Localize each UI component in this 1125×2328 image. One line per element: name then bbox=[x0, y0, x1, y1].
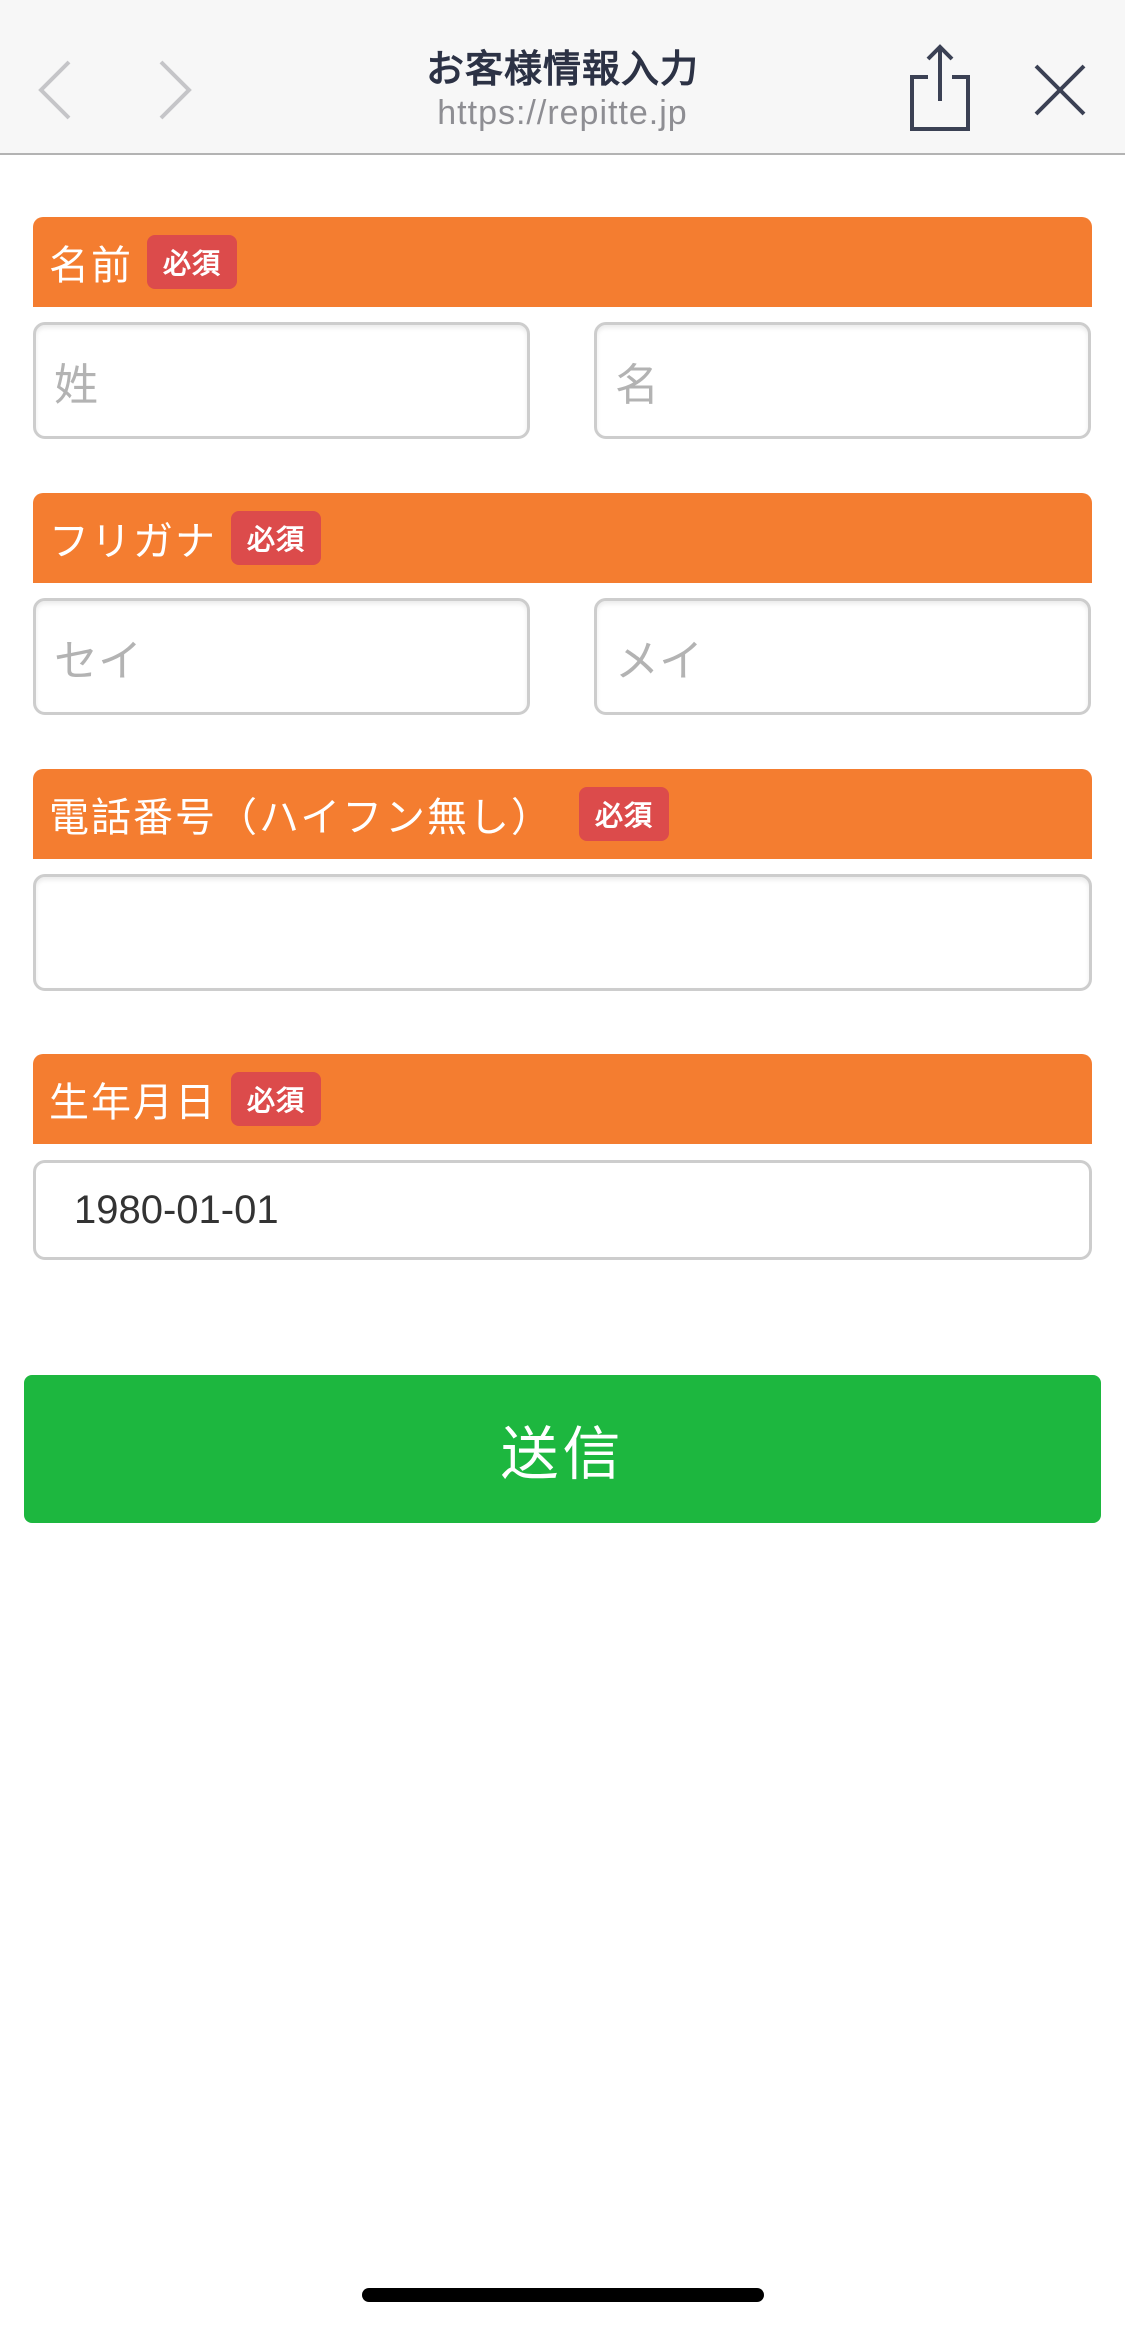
share-button[interactable] bbox=[900, 40, 980, 135]
furigana-section-header: フリガナ 必須 bbox=[33, 493, 1092, 583]
furigana-required-badge: 必須 bbox=[231, 511, 322, 565]
phone-input[interactable] bbox=[33, 874, 1092, 991]
birthdate-required-badge: 必須 bbox=[231, 1072, 322, 1126]
birthdate-label: 生年月日 bbox=[49, 1080, 217, 1126]
name-label: 名前 bbox=[49, 243, 133, 289]
name-section-header: 名前 必須 bbox=[33, 217, 1092, 307]
phone-required-badge: 必須 bbox=[579, 787, 670, 841]
birthdate-section-header: 生年月日 必須 bbox=[33, 1054, 1092, 1144]
close-icon bbox=[1034, 64, 1086, 116]
home-indicator[interactable] bbox=[362, 2288, 764, 2302]
close-button[interactable] bbox=[1020, 50, 1100, 130]
last-name-kana-input[interactable]: セイ bbox=[33, 598, 530, 715]
furigana-label: フリガナ bbox=[49, 519, 217, 565]
last-name-input[interactable]: 姓 bbox=[33, 322, 530, 439]
name-required-badge: 必須 bbox=[147, 235, 238, 289]
phone-section-header: 電話番号（ハイフン無し） 必須 bbox=[33, 769, 1092, 859]
first-name-kana-input[interactable]: メイ bbox=[594, 598, 1091, 715]
phone-label: 電話番号（ハイフン無し） bbox=[49, 795, 553, 841]
first-name-input[interactable]: 名 bbox=[594, 322, 1091, 439]
birthdate-input[interactable]: 1980-01-01 bbox=[33, 1160, 1092, 1260]
share-icon bbox=[910, 43, 970, 131]
browser-header: お客様情報入力 https://repitte.jp bbox=[0, 0, 1125, 155]
submit-button[interactable]: 送信 bbox=[24, 1375, 1101, 1523]
